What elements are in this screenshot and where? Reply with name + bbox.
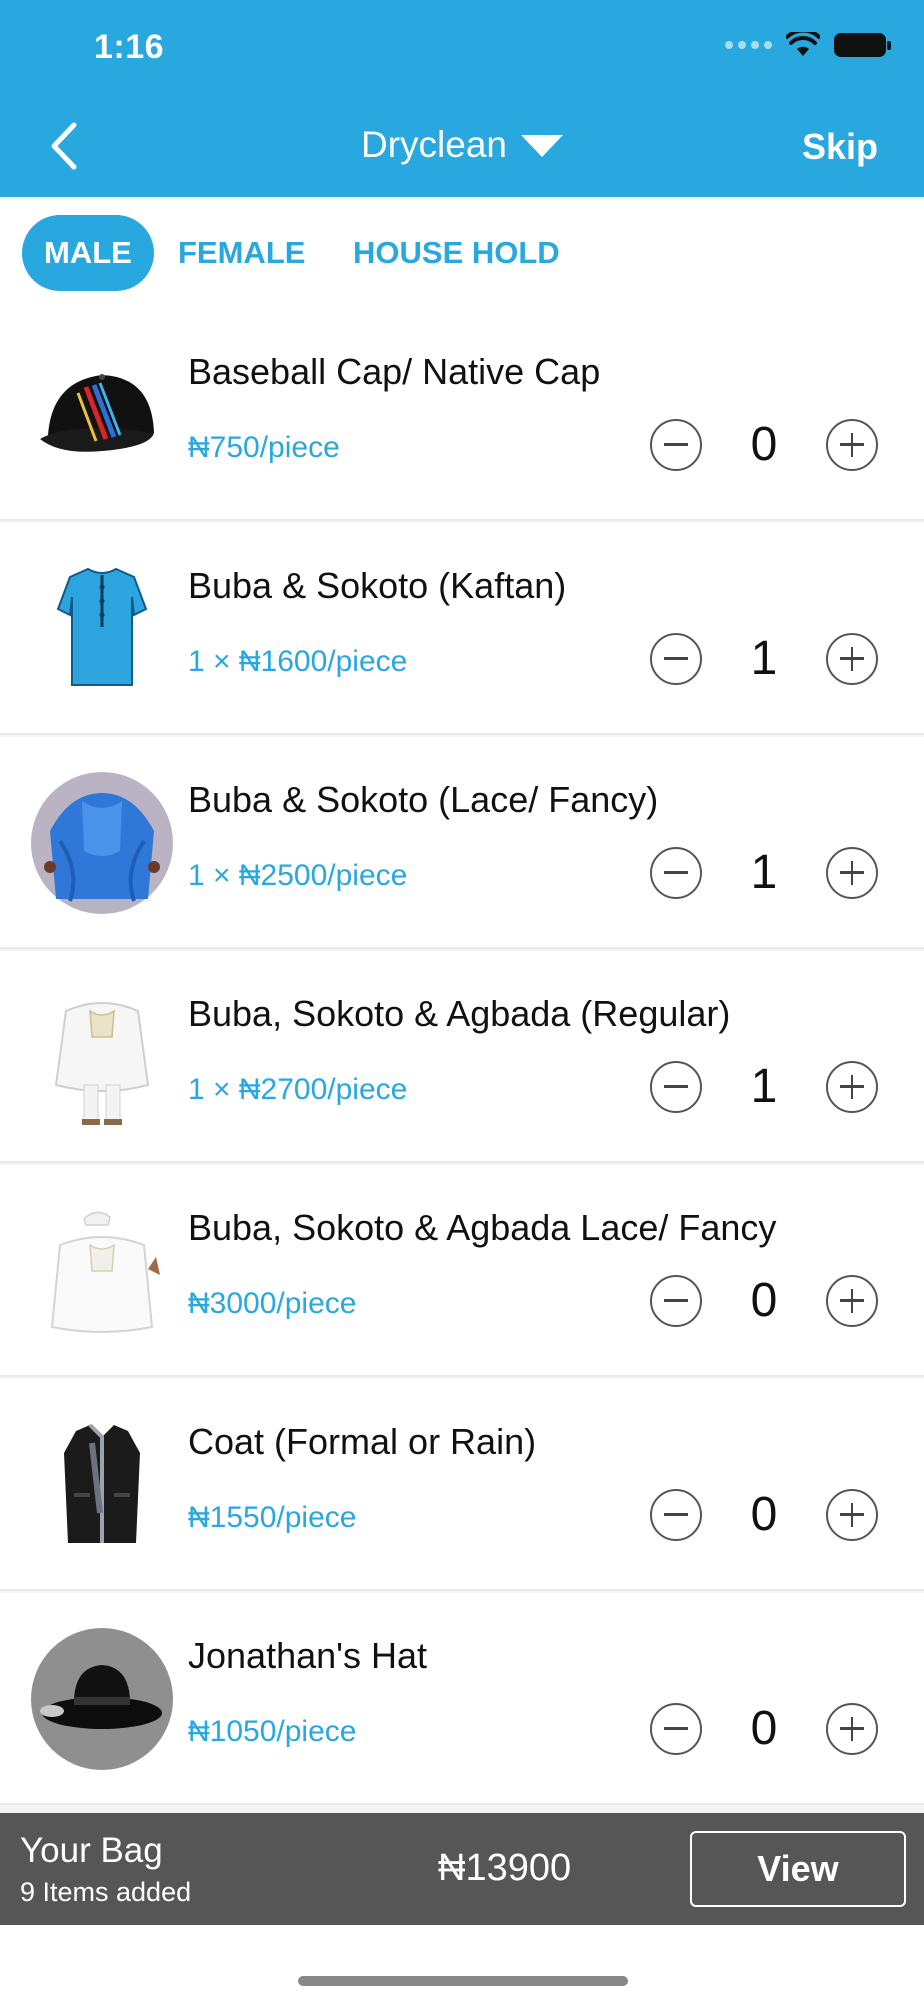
list-item: Buba & Sokoto (Kaftan) 1 × ₦1600/piece 1: [0, 523, 924, 735]
quantity-value: 0: [750, 418, 778, 471]
item-price: ₦3000/piece: [188, 1287, 357, 1320]
tab-household[interactable]: HOUSE HOLD: [353, 215, 560, 291]
increment-button[interactable]: [826, 1060, 878, 1113]
item-price: ₦1050/piece: [188, 1715, 357, 1748]
bag-item-count: 9 Items added: [20, 1877, 192, 1907]
list-item: Buba & Sokoto (Lace/ Fancy) 1 × ₦2500/pi…: [0, 737, 924, 949]
quantity-stepper: 1: [650, 1059, 878, 1114]
quantity-value: 1: [750, 1060, 778, 1113]
status-icons: [725, 32, 891, 58]
list-item: Jonathan's Hat ₦1050/piece 0: [0, 1593, 924, 1805]
quantity-stepper: 0: [650, 1487, 878, 1542]
decrement-button[interactable]: [650, 846, 702, 899]
increment-button[interactable]: [826, 1702, 878, 1755]
item-price: ₦750/piece: [188, 431, 340, 464]
quantity-stepper: 1: [650, 845, 878, 900]
decrement-button[interactable]: [650, 1274, 702, 1327]
quantity-value: 0: [750, 1488, 778, 1541]
quantity-value: 0: [750, 1702, 778, 1755]
item-price: 1 × ₦2500/piece: [188, 859, 408, 892]
increment-button[interactable]: [826, 418, 878, 471]
item-price: ₦1550/piece: [188, 1501, 357, 1534]
decrement-button[interactable]: [650, 1060, 702, 1113]
home-indicator-area: [0, 1925, 924, 2000]
item-name: Jonathan's Hat: [188, 1635, 428, 1676]
decrement-button[interactable]: [650, 418, 702, 471]
cellular-signal-icon: [725, 41, 772, 49]
category-tabs: MALE FEMALE HOUSE HOLD: [0, 197, 924, 309]
wifi-icon: [786, 32, 820, 56]
item-price: 1 × ₦2700/piece: [188, 1073, 408, 1106]
skip-button[interactable]: Skip: [802, 126, 878, 168]
item-name: Buba & Sokoto (Lace/ Fancy): [188, 779, 659, 820]
home-indicator[interactable]: [298, 1976, 628, 1986]
app-header: 1:16 Dryclean Skip: [0, 0, 924, 197]
list-item: Buba, Sokoto & Agbada (Regular) 1 × ₦270…: [0, 951, 924, 1163]
quantity-stepper: 1: [650, 631, 878, 686]
quantity-stepper: 0: [650, 417, 878, 472]
quantity-value: 1: [750, 632, 778, 685]
coat-icon: [64, 1423, 140, 1543]
kaftan-icon: [56, 567, 148, 686]
item-name: Buba, Sokoto & Agbada Lace/ Fancy: [188, 1207, 777, 1248]
increment-button[interactable]: [826, 846, 878, 899]
service-dropdown[interactable]: Dryclean: [0, 124, 924, 166]
list-item: Baseball Cap/ Native Cap ₦750/piece 0: [0, 309, 924, 521]
header-title: Dryclean: [361, 124, 507, 165]
item-price: 1 × ₦1600/piece: [188, 645, 408, 678]
white-agbada-icon: [54, 1002, 150, 1125]
quantity-value: 0: [750, 1274, 778, 1327]
increment-button[interactable]: [826, 1488, 878, 1541]
tab-male[interactable]: MALE: [22, 215, 154, 291]
fedora-hat-icon: [31, 1628, 173, 1770]
item-name: Coat (Formal or Rain): [188, 1421, 537, 1462]
white-agbada-cap-icon: [50, 1211, 160, 1333]
item-name: Buba, Sokoto & Agbada (Regular): [188, 993, 731, 1034]
caret-down-icon: [521, 135, 563, 157]
bag-title: Your Bag: [20, 1831, 163, 1870]
quantity-stepper: 0: [650, 1701, 878, 1756]
quantity-stepper: 0: [650, 1273, 878, 1328]
item-name: Buba & Sokoto (Kaftan): [188, 565, 567, 606]
increment-button[interactable]: [826, 1274, 878, 1327]
decrement-button[interactable]: [650, 632, 702, 685]
list-item: Coat (Formal or Rain) ₦1550/piece 0: [0, 1379, 924, 1591]
decrement-button[interactable]: [650, 1488, 702, 1541]
quantity-value: 1: [750, 846, 778, 899]
bag-total: ₦13900: [438, 1847, 572, 1889]
tab-female[interactable]: FEMALE: [178, 215, 305, 291]
lace-agbada-icon: [31, 772, 173, 914]
list-item: Buba, Sokoto & Agbada Lace/ Fancy ₦3000/…: [0, 1165, 924, 1377]
status-time: 1:16: [94, 28, 165, 66]
view-bag-button[interactable]: View: [690, 1831, 906, 1907]
baseball-cap-icon: [40, 374, 154, 452]
item-list: Baseball Cap/ Native Cap ₦750/piece 0 Bu…: [0, 309, 924, 1807]
decrement-button[interactable]: [650, 1702, 702, 1755]
item-name: Baseball Cap/ Native Cap: [188, 351, 601, 392]
bag-summary-bar: Your Bag 9 Items added ₦13900 View: [0, 1813, 924, 1925]
battery-icon: [834, 33, 891, 57]
increment-button[interactable]: [826, 632, 878, 685]
